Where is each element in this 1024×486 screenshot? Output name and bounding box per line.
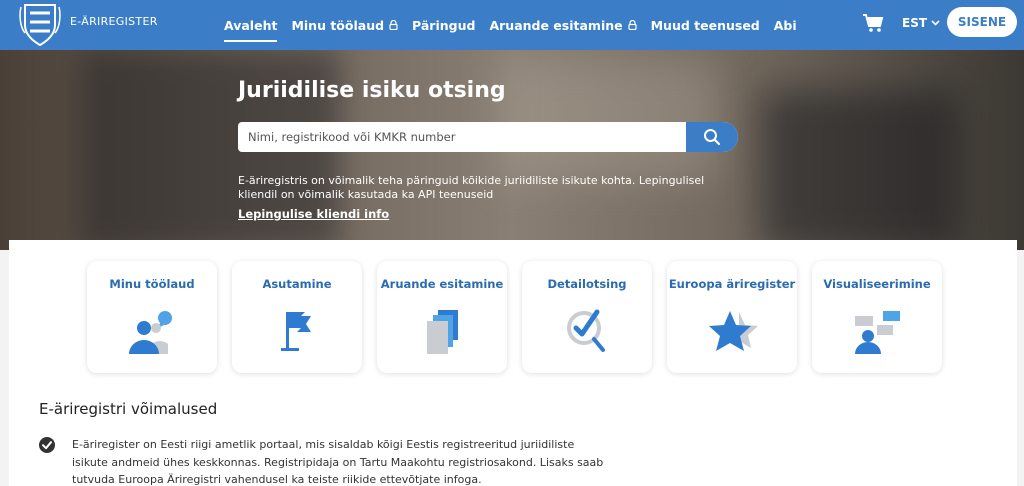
feature-text: E-äriregister on Eesti riigi ametlik por… xyxy=(72,438,604,486)
login-button[interactable]: SISENE xyxy=(947,7,1017,37)
documents-icon xyxy=(427,310,458,354)
card-title: Minu töölaud xyxy=(109,277,195,291)
card-aruande-esitamine[interactable]: Aruande esitamine xyxy=(377,261,507,373)
section-title: E-äriregistri võimalused xyxy=(39,400,218,418)
nav-label: Abi xyxy=(773,17,797,33)
nav-label: Minu töölaud xyxy=(291,17,385,33)
nav-item-aruande-esitamine[interactable]: Aruande esitamine xyxy=(489,17,637,33)
nav-item-muud-teenused[interactable]: Muud teenused xyxy=(651,18,760,33)
top-header: E-ÄRIREGISTER Avaleht Minu töölaud Pärin… xyxy=(0,0,1024,50)
language-label: EST xyxy=(902,16,928,30)
card-title: Euroopa äriregister xyxy=(668,277,796,291)
card-asutamine[interactable]: Asutamine xyxy=(232,261,362,373)
nav-label: Muud teenused xyxy=(650,17,760,33)
flag-icon xyxy=(281,312,311,351)
service-cards: Minu töölaud Asutamine Aruande esitamine xyxy=(87,261,957,373)
feature-item: E-äriregister on Eesti riigi ametlik por… xyxy=(39,436,609,486)
card-minu-toolaud[interactable]: Minu töölaud xyxy=(87,261,217,373)
person-diagram-icon xyxy=(855,311,900,354)
chevron-down-icon xyxy=(931,20,940,26)
cart-icon[interactable] xyxy=(862,13,884,33)
contract-client-link[interactable]: Lepingulise kliendi info xyxy=(238,207,389,221)
card-title: Asutamine xyxy=(262,277,332,291)
nav-item-paringud[interactable]: Päringud xyxy=(412,18,475,33)
language-selector[interactable]: EST xyxy=(902,16,940,30)
magnifier-check-icon xyxy=(567,309,605,352)
card-title: Aruande esitamine xyxy=(380,277,504,291)
card-visualiseerimine[interactable]: Visualiseerimine xyxy=(812,261,942,373)
card-euroopa-ariregister[interactable]: Euroopa äriregister xyxy=(667,261,797,373)
hero-banner: Juriidilise isiku otsing E-äriregistris … xyxy=(0,50,1024,250)
main-nav: Avaleht Minu töölaud Päringud Aruande es… xyxy=(224,0,811,50)
hero-background-shape xyxy=(760,90,960,250)
lock-icon xyxy=(389,20,398,30)
search-icon xyxy=(704,129,721,146)
card-detailotsing[interactable]: Detailotsing xyxy=(522,261,652,373)
person-chat-icon xyxy=(129,311,172,354)
hero-background-shape xyxy=(500,60,720,180)
search-box xyxy=(238,122,738,152)
card-title: Detailotsing xyxy=(547,277,627,291)
nav-label: Päringud xyxy=(412,17,476,33)
estonia-coat-of-arms-icon[interactable] xyxy=(17,1,63,47)
search-title: Juriidilise isiku otsing xyxy=(238,78,506,103)
nav-label: Aruande esitamine xyxy=(489,17,623,33)
card-title: Visualiseerimine xyxy=(823,277,931,291)
check-circle-icon xyxy=(39,437,55,453)
search-button[interactable] xyxy=(686,122,738,152)
nav-item-abi[interactable]: Abi xyxy=(774,18,797,33)
star-icon xyxy=(709,311,758,351)
search-description: E-äriregistris on võimalik teha päringui… xyxy=(238,174,705,201)
nav-label: Avaleht xyxy=(224,17,278,33)
main-content: Minu töölaud Asutamine Aruande esitamine xyxy=(9,240,1017,486)
nav-item-minu-toolaud[interactable]: Minu töölaud xyxy=(291,18,398,33)
nav-item-avaleht[interactable]: Avaleht xyxy=(224,17,278,42)
search-input[interactable] xyxy=(238,122,686,152)
brand-name[interactable]: E-ÄRIREGISTER xyxy=(70,15,158,28)
lock-icon xyxy=(628,20,637,30)
